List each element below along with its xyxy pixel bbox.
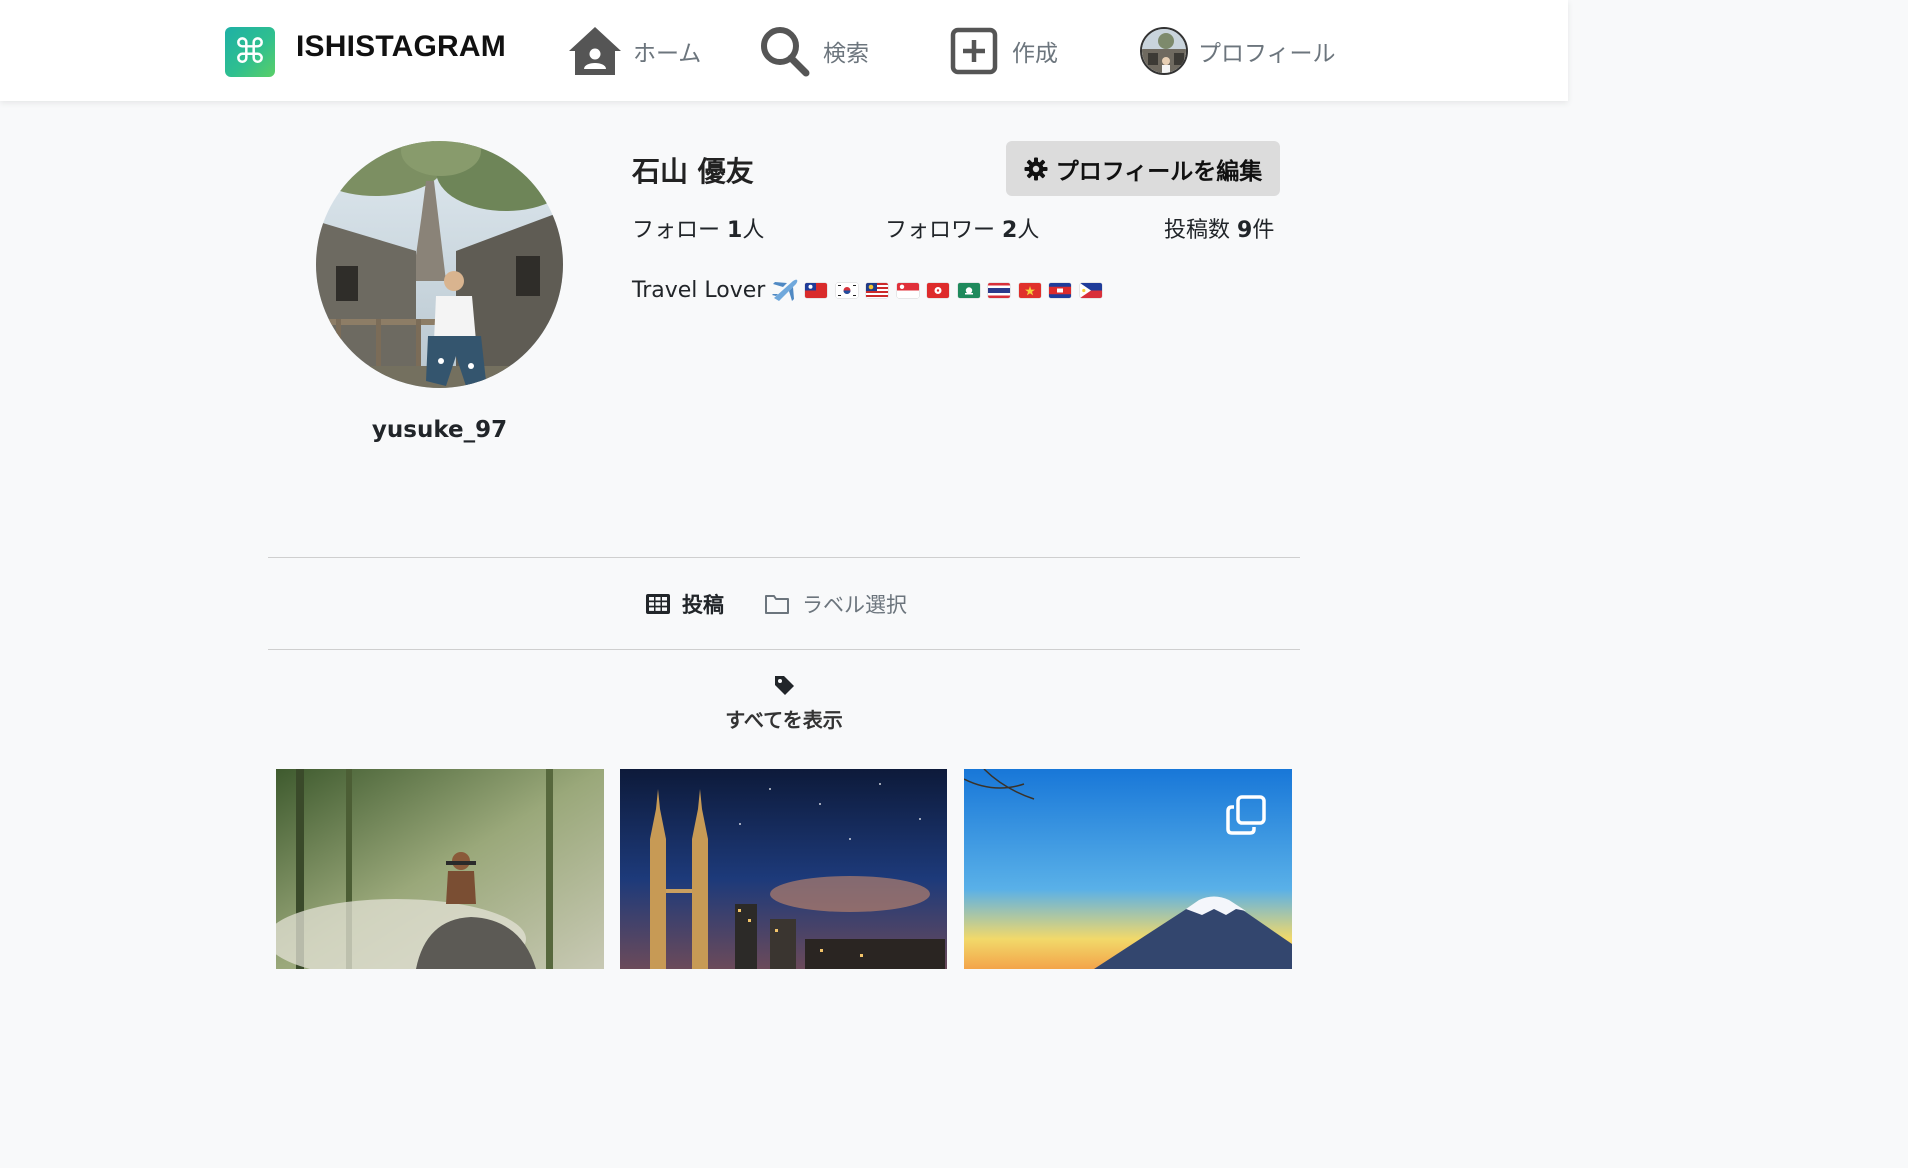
divider-bottom: [268, 649, 1300, 650]
nav-create[interactable]: 作成: [946, 24, 1058, 78]
nav-search-label: 検索: [823, 41, 869, 67]
nav-profile-label: プロフィール: [1198, 41, 1336, 67]
profile-bio: Travel Lover: [632, 277, 1110, 303]
nav-home-label: ホーム: [633, 41, 702, 67]
multiple-images-icon: [1226, 795, 1266, 835]
grid-icon: [646, 594, 670, 614]
gear-icon: [1024, 157, 1048, 180]
profile-display-name: 石山 優友: [632, 155, 754, 188]
profile-username: yusuke_97: [371, 417, 508, 443]
flag-vietnam-icon: [1018, 282, 1041, 298]
posts-unit: 件: [1252, 218, 1275, 243]
tag-icon: [775, 676, 794, 695]
tab-label-select-label: ラベル選択: [802, 593, 907, 617]
flag-south-korea-icon: [835, 282, 858, 298]
plus-square-icon: [946, 24, 1002, 78]
stat-following[interactable]: フォロー 1人: [632, 212, 764, 244]
folder-icon: [765, 595, 789, 614]
flag-singapore-icon: [896, 282, 919, 298]
nav-search[interactable]: 検索: [757, 24, 869, 78]
flag-philippines-icon: [1079, 282, 1102, 298]
following-count: 1: [727, 218, 743, 243]
flag-macau-icon: [957, 282, 980, 298]
nav-profile[interactable]: プロフィール: [1140, 24, 1336, 78]
stat-followers[interactable]: フォロワー 2人: [885, 212, 1039, 244]
bio-flags: [805, 282, 1110, 298]
search-icon: [757, 24, 813, 78]
app-logo-icon[interactable]: ⌘: [225, 27, 275, 77]
posts-count: 9: [1237, 218, 1253, 243]
flag-taiwan-icon: [805, 282, 828, 298]
divider-top: [268, 557, 1300, 558]
posts-label: 投稿数: [1164, 218, 1231, 243]
tab-label-select[interactable]: ラベル選択: [764, 588, 907, 620]
followers-label: フォロワー: [885, 218, 996, 243]
tab-posts-label: 投稿: [682, 593, 724, 617]
edit-profile-button[interactable]: プロフィールを編集: [1006, 141, 1280, 196]
post-thumbnail[interactable]: [964, 769, 1292, 969]
post-thumbnail[interactable]: [620, 769, 947, 969]
followers-count: 2: [1002, 218, 1018, 243]
flag-hong-kong-icon: [927, 282, 950, 298]
nav-create-label: 作成: [1012, 41, 1058, 67]
bio-text: Travel Lover: [632, 277, 766, 303]
flag-thailand-icon: [988, 282, 1011, 298]
home-icon: [567, 24, 623, 78]
stat-posts: 投稿数 9件: [1164, 212, 1274, 244]
label-filter-text: すべてを表示: [725, 708, 843, 732]
profile-avatar: [316, 141, 563, 388]
following-label: フォロー: [632, 218, 721, 243]
app-brand-name[interactable]: ISHISTAGRAM: [296, 30, 506, 64]
flag-malaysia-icon: [866, 282, 889, 298]
flag-cambodia-icon: [1049, 282, 1072, 298]
following-unit: 人: [742, 218, 765, 243]
nav-avatar: [1140, 27, 1188, 75]
post-thumbnail[interactable]: [276, 769, 604, 969]
top-navbar: ⌘ ISHISTAGRAM ホーム 検索 作成 プロフィール: [0, 0, 1568, 101]
nav-home[interactable]: ホーム: [567, 24, 701, 78]
airplane-icon: [772, 279, 798, 301]
tab-posts[interactable]: 投稿: [646, 588, 724, 620]
followers-unit: 人: [1017, 218, 1040, 243]
label-filter-all[interactable]: すべてを表示: [684, 674, 884, 733]
edit-profile-label: プロフィールを編集: [1055, 158, 1263, 185]
